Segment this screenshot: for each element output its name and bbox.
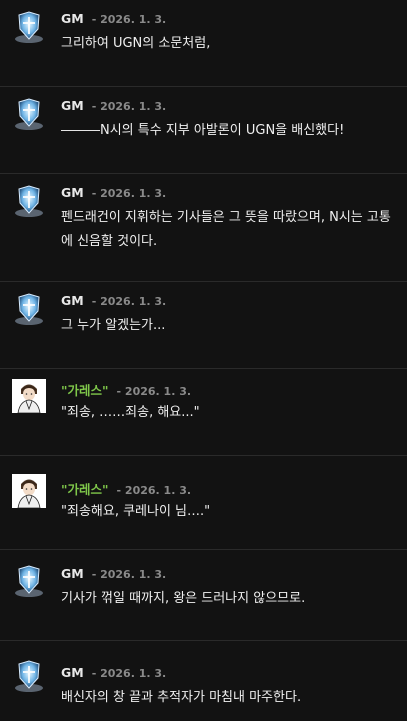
- message-date: - 2026. 1. 3.: [116, 385, 192, 398]
- message-date: - 2026. 1. 3.: [91, 100, 167, 113]
- message-date: - 2026. 1. 3.: [91, 187, 167, 200]
- chat-message: GM - 2026. 1. 3. 배신자의 창 끝과 추적자가 마침내 마주한다.: [0, 641, 407, 721]
- shield-emblem-icon: [15, 98, 43, 130]
- chat-log: GM - 2026. 1. 3. 그리하여 UGN의 소문처럼, GM - 2026…: [0, 0, 407, 721]
- character-portrait-icon: [12, 379, 46, 413]
- message-text: "죄송, ……죄송, 해요...": [61, 405, 200, 420]
- shield-emblem-icon: [15, 293, 43, 325]
- chat-message: GM - 2026. 1. 3. ―――N시의 특수 지부 아발론이 UGN을 배…: [0, 87, 407, 174]
- message-text: 그리하여 UGN의 소문처럼,: [61, 36, 211, 51]
- chat-message: "가레스" - 2026. 1. 3. "죄송, ……죄송, 해요...": [0, 369, 407, 456]
- message-date: - 2026. 1. 3.: [116, 484, 192, 497]
- author-name[interactable]: GM: [61, 566, 84, 581]
- shield-emblem-icon: [15, 565, 43, 597]
- chat-message: GM - 2026. 1. 3. 펜드래건이 지휘하는 기사들은 그 뜻을 따랐으…: [0, 174, 407, 282]
- author-name[interactable]: GM: [61, 665, 84, 680]
- character-portrait-icon: [12, 474, 46, 508]
- message-date: - 2026. 1. 3.: [91, 13, 167, 26]
- chat-message: "가레스" - 2026. 1. 3. "죄송해요, 쿠레나이 님….": [0, 456, 407, 550]
- shield-emblem-icon: [15, 185, 43, 217]
- author-name[interactable]: "가레스": [61, 482, 109, 497]
- message-text: 그 누가 알겠는가...: [61, 318, 166, 333]
- message-text: 기사가 꺾일 때까지, 왕은 드러나지 않으므로.: [61, 591, 306, 606]
- author-name[interactable]: GM: [61, 98, 84, 113]
- shield-emblem-icon: [15, 11, 43, 43]
- author-name[interactable]: GM: [61, 11, 84, 26]
- chat-message: GM - 2026. 1. 3. 그 누가 알겠는가...: [0, 282, 407, 369]
- message-text: 배신자의 창 끝과 추적자가 마침내 마주한다.: [61, 690, 302, 705]
- message-text: ―――N시의 특수 지부 아발론이 UGN을 배신했다!: [61, 123, 345, 138]
- message-date: - 2026. 1. 3.: [91, 295, 167, 308]
- message-text: "죄송해요, 쿠레나이 님….": [61, 504, 211, 519]
- message-date: - 2026. 1. 3.: [91, 667, 167, 680]
- chat-message: GM - 2026. 1. 3. 그리하여 UGN의 소문처럼,: [0, 0, 407, 87]
- author-name[interactable]: "가레스": [61, 383, 109, 398]
- author-name[interactable]: GM: [61, 185, 84, 200]
- message-date: - 2026. 1. 3.: [91, 568, 167, 581]
- message-text: 펜드래건이 지휘하는 기사들은 그 뜻을 따랐으며, N시는 고통에 신음할 것…: [61, 210, 391, 249]
- shield-emblem-icon: [15, 660, 43, 692]
- author-name[interactable]: GM: [61, 293, 84, 308]
- chat-message: GM - 2026. 1. 3. 기사가 꺾일 때까지, 왕은 드러나지 않으므로…: [0, 550, 407, 641]
